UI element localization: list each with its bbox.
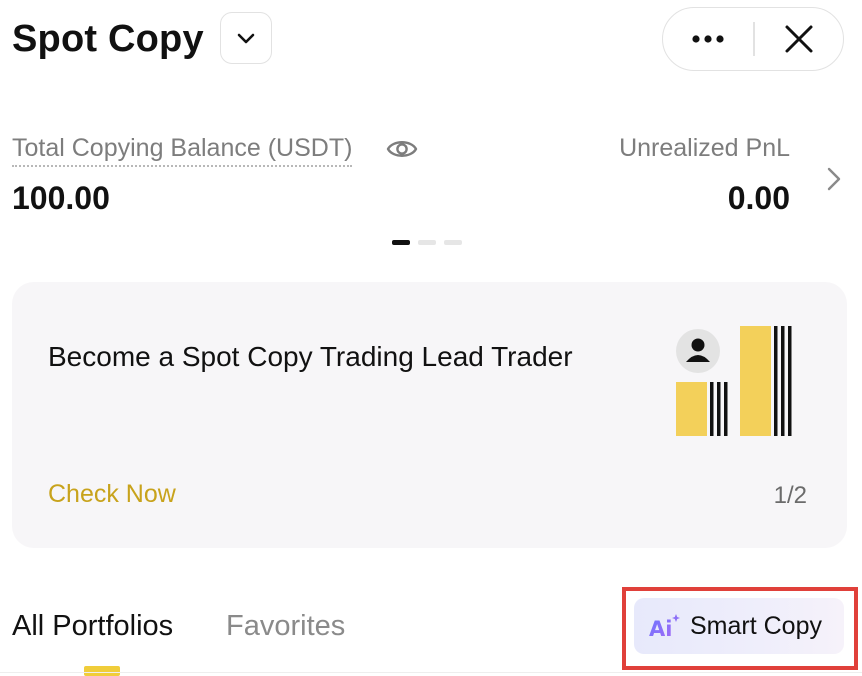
smart-copy-button[interactable]: Ai Smart Copy xyxy=(634,598,844,654)
balance-value: 100.00 xyxy=(12,180,110,216)
close-button[interactable] xyxy=(755,8,844,70)
promo-title: Become a Spot Copy Trading Lead Trader xyxy=(48,341,573,372)
svg-text:Ai: Ai xyxy=(649,617,672,640)
check-now-link[interactable]: Check Now xyxy=(48,480,176,509)
eye-icon[interactable] xyxy=(385,135,419,168)
chevron-right-icon[interactable] xyxy=(826,166,842,197)
ai-sparkle-icon: Ai xyxy=(649,614,680,640)
active-tab-indicator xyxy=(84,666,120,676)
page-title: Spot Copy xyxy=(12,18,204,60)
more-icon xyxy=(692,35,724,43)
balance-label[interactable]: Total Copying Balance (USDT) xyxy=(12,134,353,167)
header-actions xyxy=(662,7,844,71)
tab-favorites[interactable]: Favorites xyxy=(226,610,345,643)
carousel-dot[interactable] xyxy=(418,240,436,245)
promo-card[interactable]: Become a Spot Copy Trading Lead Trader C… xyxy=(12,282,847,548)
carousel-pagination xyxy=(392,240,462,245)
pnl-label: Unrealized PnL xyxy=(619,134,790,162)
promo-page-indicator: 1/2 xyxy=(773,482,807,509)
lead-trader-illustration xyxy=(676,326,792,436)
header: Spot Copy xyxy=(0,0,862,80)
title-dropdown-button[interactable] xyxy=(220,12,272,64)
smart-copy-label: Smart Copy xyxy=(690,611,822,640)
chevron-down-icon xyxy=(237,33,255,44)
carousel-dot-active[interactable] xyxy=(392,240,410,245)
tab-all-portfolios[interactable]: All Portfolios xyxy=(12,610,173,643)
divider xyxy=(0,672,862,673)
close-icon xyxy=(785,25,813,53)
more-button[interactable] xyxy=(663,8,753,70)
carousel-dot[interactable] xyxy=(444,240,462,245)
pnl-value: 0.00 xyxy=(727,180,790,216)
